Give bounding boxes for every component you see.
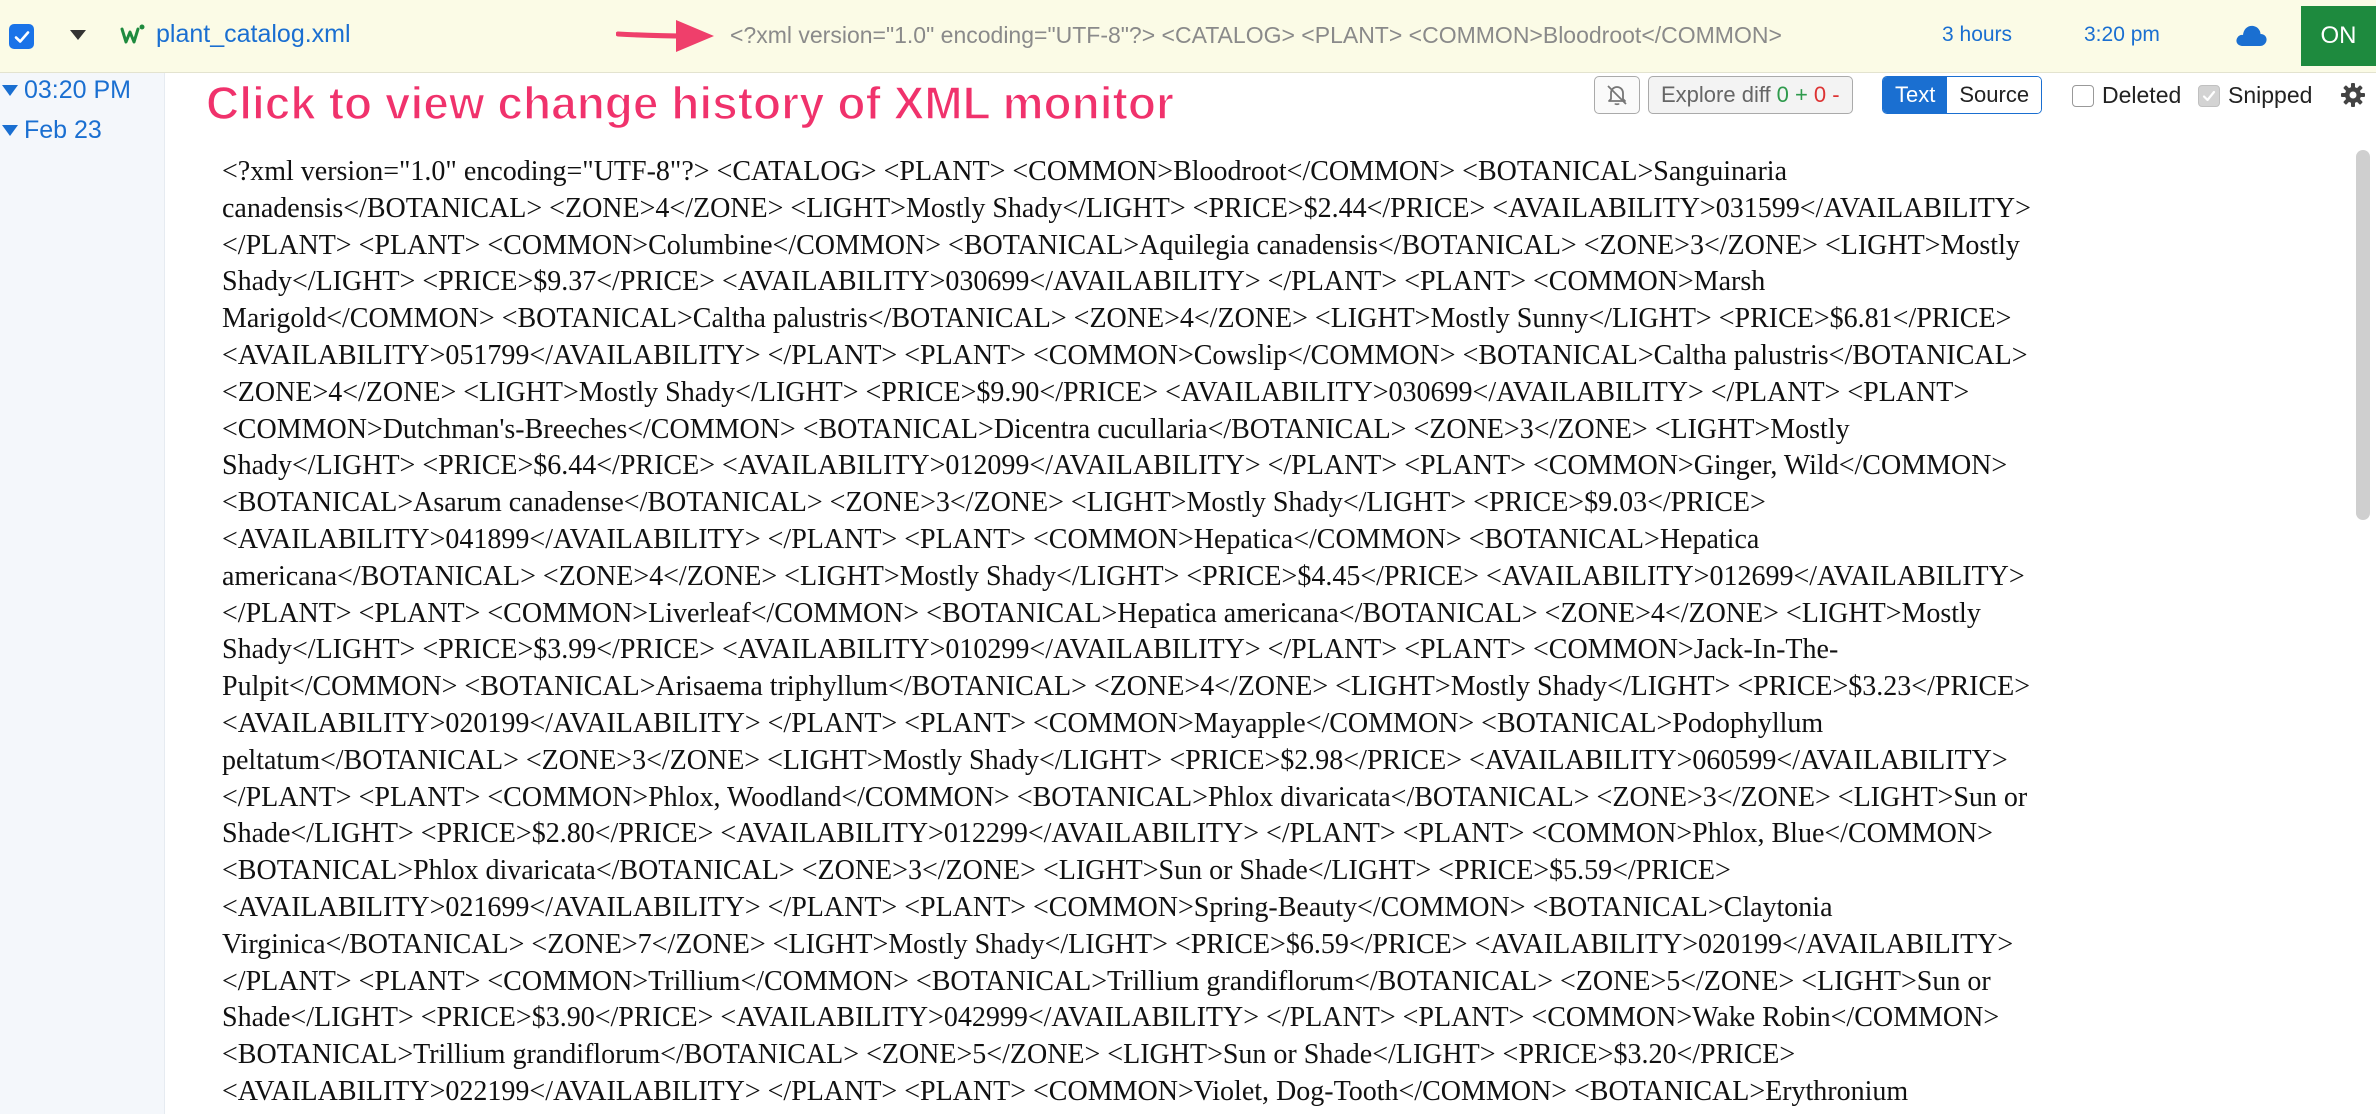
content-line: <BOTANICAL>Phlox divaricata</BOTANICAL> … bbox=[222, 855, 1731, 887]
check-interval[interactable]: 3 hours bbox=[1942, 23, 2012, 47]
content-line: <ZONE>4</ZONE> <LIGHT>Mostly Shady</LIGH… bbox=[222, 376, 1970, 408]
select-checkbox[interactable] bbox=[9, 24, 34, 49]
timeline-entry-time[interactable]: 03:20 PM bbox=[0, 76, 131, 105]
view-mode-toggle: Text Source bbox=[1882, 76, 2043, 114]
content-line: <AVAILABILITY>020199</AVAILABILITY> </PL… bbox=[222, 707, 1824, 739]
snipped-label: Snipped bbox=[2228, 82, 2313, 108]
content-line: <AVAILABILITY>041899</AVAILABILITY> </PL… bbox=[222, 523, 1760, 555]
content-line: <COMMON>Dutchman's-Breeches</COMMON> <BO… bbox=[222, 413, 1850, 445]
bell-off-icon bbox=[1607, 85, 1627, 106]
content-line: <AVAILABILITY>021699</AVAILABILITY> </PL… bbox=[222, 891, 1833, 923]
content-line: </PLANT> <PLANT> <COMMON>Phlox, Woodland… bbox=[222, 781, 2028, 813]
chevron-down-icon bbox=[2, 85, 18, 96]
timeline-entry-label: Feb 23 bbox=[24, 116, 102, 144]
added-count: 0 + bbox=[1776, 82, 1808, 107]
monitor-row[interactable]: plant_catalog.xml <?xml version="1.0" en… bbox=[0, 0, 2376, 73]
content-line: </PLANT> <PLANT> <COMMON>Liverleaf</COMM… bbox=[222, 597, 1981, 629]
scrollbar-thumb[interactable] bbox=[2356, 150, 2370, 520]
content-line: canadensis</BOTANICAL> <ZONE>4</ZONE> <L… bbox=[222, 192, 2031, 224]
notifications-off-button[interactable] bbox=[1594, 76, 1640, 114]
content-line: Virginica</BOTANICAL> <ZONE>7</ZONE> <LI… bbox=[222, 928, 2014, 960]
explore-diff-button[interactable]: Explore diff 0 + 0 - bbox=[1648, 76, 1853, 114]
deleted-label: Deleted bbox=[2102, 82, 2182, 108]
annotation-text: Click to view change history of XML moni… bbox=[205, 76, 1174, 130]
content-line: </PLANT> <PLANT> <COMMON>Columbine</COMM… bbox=[222, 229, 2020, 261]
timeline-entry-label: 03:20 PM bbox=[24, 76, 132, 104]
content-line: Shade</LIGHT> <PRICE>$2.80</PRICE> <AVAI… bbox=[222, 818, 1993, 850]
timeline-entry-date[interactable]: Feb 23 bbox=[0, 116, 102, 145]
content-line: <AVAILABILITY>051799</AVAILABILITY> </PL… bbox=[222, 339, 2028, 371]
content-line: <AVAILABILITY>022199</AVAILABILITY> </PL… bbox=[222, 1075, 1909, 1107]
deleted-checkbox-box[interactable] bbox=[2072, 84, 2094, 107]
content-line: </PLANT> <PLANT> <COMMON>Trillium</COMMO… bbox=[222, 965, 1991, 997]
check-icon bbox=[2202, 90, 2216, 101]
explore-diff-label: Explore diff bbox=[1661, 82, 1771, 107]
w-logo-icon bbox=[120, 24, 145, 44]
content-line: Shady</LIGHT> <PRICE>$9.37</PRICE> <AVAI… bbox=[222, 266, 1766, 298]
deleted-checkbox[interactable]: Deleted bbox=[2072, 82, 2181, 109]
view-source-button[interactable]: Source bbox=[1947, 77, 2042, 113]
arrow-right-icon bbox=[616, 20, 714, 52]
chevron-down-icon bbox=[2, 125, 18, 136]
content-line: Shady</LIGHT> <PRICE>$6.44</PRICE> <AVAI… bbox=[222, 450, 2008, 482]
content-line: peltatum</BOTANICAL> <ZONE>3</ZONE> <LIG… bbox=[222, 744, 2008, 776]
content-line: <?xml version="1.0" encoding="UTF-8"?> <… bbox=[222, 156, 1787, 187]
snipped-checkbox[interactable]: Snipped bbox=[2198, 82, 2312, 109]
content-line: americana</BOTANICAL> <ZONE>4</ZONE> <LI… bbox=[222, 560, 2025, 592]
content-preview[interactable]: <?xml version="1.0" encoding="UTF-8"?> <… bbox=[730, 22, 1930, 49]
xml-content-text: <?xml version="1.0" encoding="UTF-8"?> <… bbox=[222, 154, 2302, 1114]
content-line: <BOTANICAL>Asarum canadense</BOTANICAL> … bbox=[222, 487, 1766, 519]
snipped-checkbox-box[interactable] bbox=[2198, 84, 2220, 107]
monitor-filename[interactable]: plant_catalog.xml bbox=[156, 20, 351, 49]
last-check-time[interactable]: 3:20 pm bbox=[2084, 23, 2160, 47]
content-line: Pulpit</COMMON> <BOTANICAL>Arisaema trip… bbox=[222, 671, 2031, 703]
content-line: Shady</LIGHT> <PRICE>$3.99</PRICE> <AVAI… bbox=[222, 634, 1839, 666]
monitor-toggle-button[interactable]: ON bbox=[2301, 6, 2376, 66]
content-line: Shade</LIGHT> <PRICE>$3.90</PRICE> <AVAI… bbox=[222, 1002, 2000, 1034]
chevron-down-icon[interactable] bbox=[70, 30, 86, 40]
content-line: <BOTANICAL>Trillium grandiflorum</BOTANI… bbox=[222, 1039, 1796, 1071]
history-timeline: 03:20 PM Feb 23 bbox=[0, 73, 165, 1114]
content-line: Marigold</COMMON> <BOTANICAL>Caltha palu… bbox=[222, 303, 2012, 335]
gear-icon[interactable] bbox=[2338, 80, 2368, 110]
check-icon bbox=[14, 30, 29, 43]
cloud-icon[interactable] bbox=[2234, 20, 2268, 50]
removed-count: 0 - bbox=[1813, 82, 1840, 107]
view-text-button[interactable]: Text bbox=[1883, 77, 1948, 113]
